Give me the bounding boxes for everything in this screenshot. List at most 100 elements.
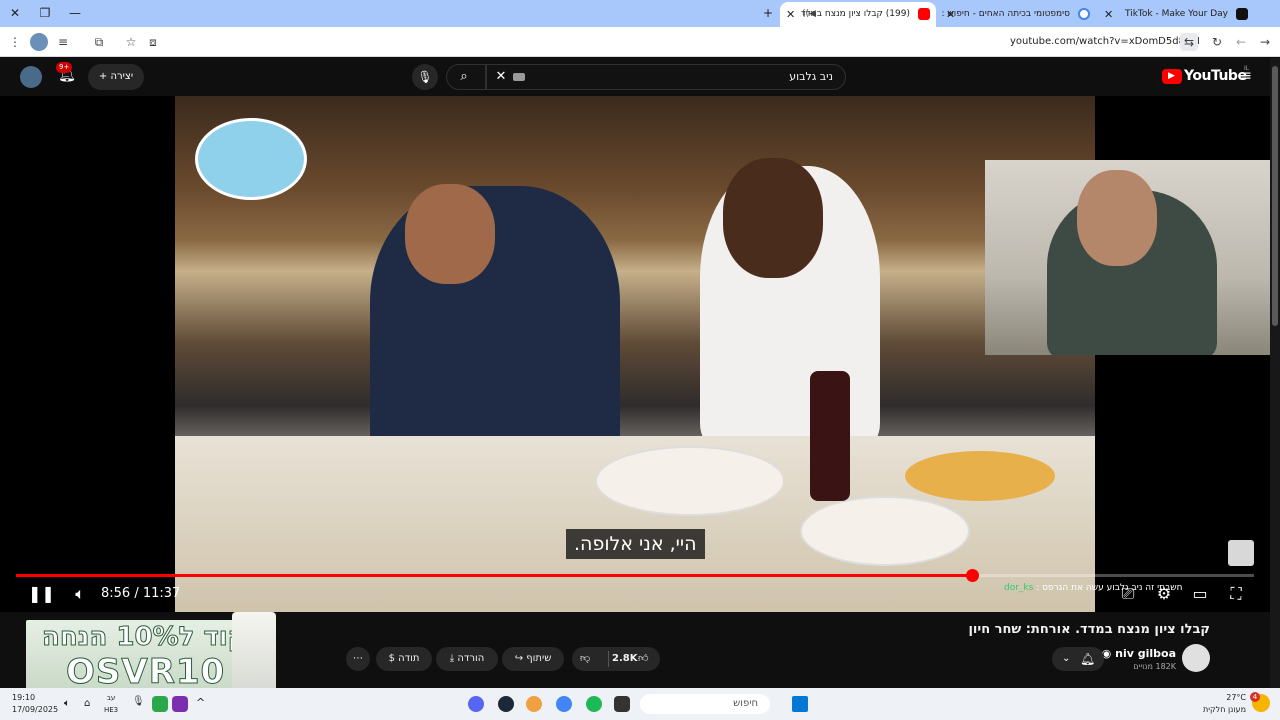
- tab-close-icon[interactable]: ✕: [946, 2, 955, 27]
- time-display: 8:56 / 11:37: [101, 586, 181, 601]
- new-tab-button[interactable]: +: [757, 4, 779, 22]
- plate: [595, 446, 785, 516]
- show-hidden-icons-icon[interactable]: ^: [196, 696, 205, 709]
- app-taskbar-icon[interactable]: [526, 696, 542, 712]
- system-clock[interactable]: 19:10 17/09/2025: [12, 692, 58, 716]
- reload-icon[interactable]: ↻: [1208, 33, 1226, 51]
- bell-icon: 🔔︎: [1080, 652, 1096, 666]
- account-avatar[interactable]: [20, 66, 42, 88]
- channel-avatar[interactable]: [1182, 644, 1210, 672]
- spotify-taskbar-icon[interactable]: [586, 696, 602, 712]
- more-actions-button[interactable]: ⋯: [346, 647, 370, 671]
- microphone-tray-icon[interactable]: 🎙︎: [132, 696, 148, 712]
- keyboard-icon[interactable]: [513, 73, 525, 81]
- address-bar[interactable]: youtube.com/watch?v=xDomD5d85cI: [1010, 32, 1200, 52]
- weather-widget[interactable]: 27°C מעונן חלקית: [1203, 692, 1246, 716]
- search-input[interactable]: ניב גלבוע: [789, 65, 833, 89]
- onenote-tray-icon[interactable]: [172, 696, 188, 712]
- subtitles-icon[interactable]: ⎚: [1116, 584, 1140, 604]
- tab-tiktok[interactable]: ✕ TikTok - Make Your Day: [1098, 2, 1254, 27]
- dollar-icon: $: [388, 653, 395, 664]
- total-time: 11:37: [142, 586, 181, 601]
- perfume-bottle-image: [232, 612, 276, 698]
- app-taskbar-icon[interactable]: [614, 696, 630, 712]
- settings-gear-icon[interactable]: ⚙: [1152, 584, 1176, 604]
- menu-dots-icon[interactable]: ⋮: [6, 33, 24, 51]
- streamer-webcam-overlay: [985, 160, 1270, 355]
- steam-taskbar-icon[interactable]: [498, 696, 514, 712]
- download-icon: ⤓: [449, 653, 455, 664]
- ad-discount-text: קוד ל10% הנחה: [42, 622, 248, 653]
- weather-condition: מעונן חלקית: [1202, 705, 1246, 714]
- browser-tab-bar: ✕ ❐ — + ✕ ◀)) (199) קבלו ציון מנצח במדד …: [0, 0, 1280, 27]
- tab-title: TikTok - Make Your Day: [1124, 9, 1228, 19]
- language-indicator[interactable]: עב HE3: [104, 692, 118, 716]
- close-window-icon[interactable]: ✕: [4, 4, 26, 22]
- ad-coupon-code: OSVR10: [65, 652, 226, 693]
- pause-icon[interactable]: ❚❚: [28, 584, 55, 604]
- temperature: 27°C: [1226, 693, 1246, 702]
- scrubber-handle[interactable]: [965, 569, 979, 582]
- subscription-bell-button[interactable]: ⌄ 🔔︎: [1052, 647, 1104, 671]
- youtube-favicon-icon: [918, 8, 930, 20]
- clear-search-icon[interactable]: ✕: [493, 69, 509, 85]
- tab-title: (199) קבלו ציון מנצח במדד: [800, 9, 910, 19]
- search-box[interactable]: ⌕ ✕ ניב גלבוע: [446, 64, 846, 90]
- bookmark-star-icon[interactable]: ☆: [122, 33, 140, 51]
- thanks-button[interactable]: תודה $: [376, 647, 432, 671]
- like-icon[interactable]: 👍︎: [638, 647, 648, 671]
- download-button[interactable]: הורדה ⤓: [436, 647, 498, 671]
- screenshot-icon[interactable]: ⧈: [144, 33, 162, 51]
- progress-fill: [16, 574, 972, 577]
- volume-tray-icon[interactable]: 🔈︎: [64, 698, 70, 709]
- channel-branding-icon[interactable]: [1228, 540, 1254, 566]
- tab-google-search[interactable]: ✕ סימפטומי בכיתה האחים - חיפוש :: [940, 2, 1096, 27]
- extensions-icon[interactable]: ⧉: [90, 33, 108, 51]
- tray-app-icon[interactable]: [152, 696, 168, 712]
- back-icon[interactable]: →: [1256, 33, 1274, 51]
- windows-taskbar: 19:10 17/09/2025 🔈︎ ⌂ עב HE3 🎙︎ ^ חיפוש …: [0, 688, 1280, 720]
- plate: [800, 496, 970, 566]
- media-controls-icon[interactable]: ≡: [54, 33, 72, 51]
- site-settings-icon[interactable]: ⇆: [1180, 33, 1198, 51]
- video-player[interactable]: היי, אני אלופה. ❚❚ 🔈︎ 8:56 / 11:37 חשבתי…: [0, 96, 1270, 612]
- progress-bar[interactable]: [16, 569, 1254, 582]
- share-button[interactable]: שיתוף ↪: [502, 647, 564, 671]
- restore-window-icon[interactable]: ❐: [34, 4, 56, 22]
- browser-toolbar: ⋮ ≡ ⧉ ☆ ⧈ youtube.com/watch?v=xDomD5d85c…: [0, 27, 1280, 57]
- channel-name[interactable]: niv gilboa ◉: [1102, 647, 1176, 660]
- channel-logo-watermark: [195, 118, 307, 200]
- page-scrollbar[interactable]: [1270, 58, 1280, 688]
- search-icon[interactable]: ⌕: [455, 69, 473, 87]
- man-head: [405, 184, 495, 284]
- voice-search-icon[interactable]: 🎙︎: [412, 64, 438, 90]
- divider: [608, 651, 609, 667]
- scrollbar-thumb[interactable]: [1272, 66, 1278, 326]
- speaker-icon[interactable]: ◀)): [802, 2, 816, 27]
- taskbar-search[interactable]: חיפוש: [640, 694, 770, 714]
- dislike-icon[interactable]: 👎︎: [580, 647, 590, 671]
- theater-mode-icon[interactable]: ▭: [1188, 584, 1212, 604]
- subscriber-count: 182K מנויים: [1133, 662, 1176, 671]
- forward-icon[interactable]: ←: [1232, 33, 1250, 51]
- create-label: יצירה: [110, 71, 134, 82]
- like-dislike-group[interactable]: 👎︎ 2.8K 👍︎: [572, 647, 660, 671]
- tab-close-icon[interactable]: ✕: [1104, 2, 1113, 27]
- network-tray-icon[interactable]: ⌂: [84, 698, 90, 709]
- windows-start-icon[interactable]: [792, 696, 808, 712]
- cola-bottle: [810, 371, 850, 501]
- discord-taskbar-icon[interactable]: [468, 696, 484, 712]
- notification-count-badge: 9+: [56, 62, 73, 73]
- fullscreen-icon[interactable]: ⛶: [1224, 584, 1248, 604]
- language-code: HE3: [104, 706, 119, 714]
- url-text: youtube.com/watch?v=xDomD5d85cI: [1010, 36, 1200, 47]
- tab-close-icon[interactable]: ✕: [786, 2, 795, 27]
- chrome-taskbar-icon[interactable]: [556, 696, 572, 712]
- volume-icon[interactable]: 🔈︎: [68, 584, 92, 604]
- channel-name-text: niv gilboa: [1115, 647, 1176, 660]
- tab-youtube[interactable]: ✕ ◀)) (199) קבלו ציון מנצח במדד: [780, 2, 936, 27]
- profile-avatar[interactable]: [30, 33, 48, 51]
- hamburger-menu-icon[interactable]: ≡: [1238, 68, 1254, 84]
- create-button[interactable]: יצירה +: [88, 64, 144, 90]
- minimize-window-icon[interactable]: —: [64, 4, 86, 22]
